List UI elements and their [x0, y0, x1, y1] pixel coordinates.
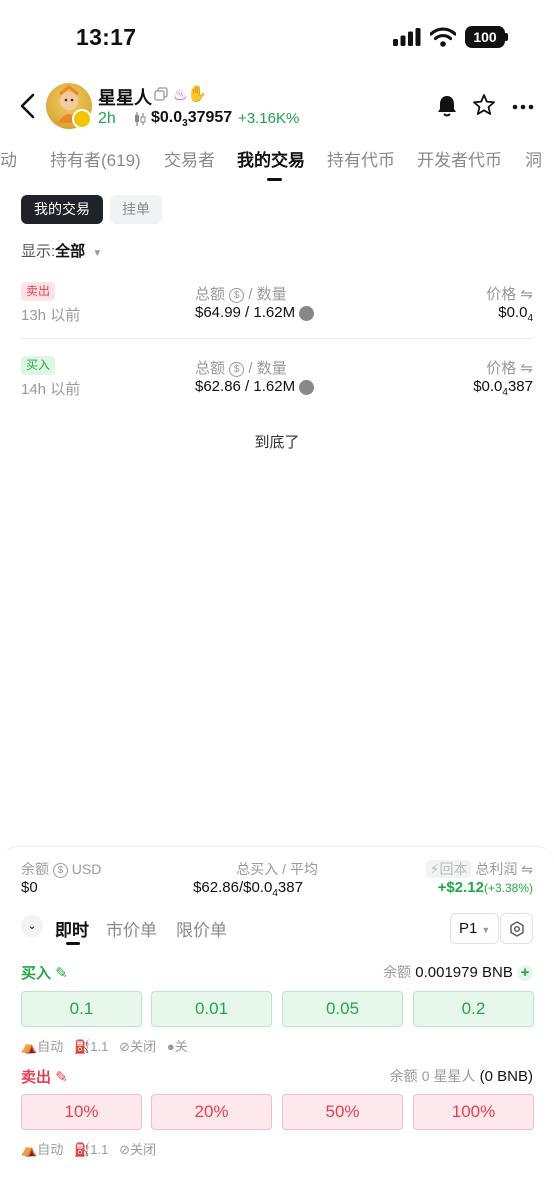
- buy-label: 买入 ✎: [21, 965, 68, 982]
- sell-percent-button[interactable]: 50%: [282, 1094, 403, 1130]
- trade-side-badge: 卖出: [21, 282, 56, 301]
- return-toggle[interactable]: ⚡回本: [425, 860, 472, 878]
- gas-icon[interactable]: ⛽: [74, 1039, 90, 1054]
- edit-icon[interactable]: ✎: [55, 1069, 68, 1086]
- status-bar: 13:17 100: [0, 0, 554, 70]
- sell-label: 卖出 ✎: [21, 1069, 68, 1086]
- tab-more[interactable]: 洞: [525, 146, 542, 171]
- trade-side-badge: 买入: [21, 356, 56, 375]
- swap-icon[interactable]: ⇋: [520, 286, 533, 303]
- chevron-down-icon: ▼: [92, 248, 103, 259]
- bell-icon[interactable]: [436, 94, 458, 118]
- sell-percent-button[interactable]: 20%: [151, 1094, 272, 1130]
- profit-value: +$2.12(+3.38%): [437, 879, 533, 896]
- token-age: 2h: [98, 110, 116, 127]
- status-time: 13:17: [76, 24, 137, 50]
- trade-price: $0.04: [498, 304, 533, 324]
- tab-my-trades[interactable]: 我的交易: [237, 146, 305, 171]
- candlestick-icon: [135, 112, 146, 126]
- wave-hand-icon: ✋: [187, 86, 207, 103]
- active-tab-indicator: [267, 178, 282, 181]
- star-icon[interactable]: [472, 93, 496, 117]
- chain-badge: [72, 109, 92, 129]
- buy-options: ⛺自动 ⛽1.1 ⊘关闭 ●关: [21, 1039, 188, 1054]
- sell-options: ⛺自动 ⛽1.1 ⊘关闭: [21, 1142, 157, 1157]
- preset-select[interactable]: P1 ▼: [450, 913, 499, 944]
- buy-balance: 余额 0.001979 BNB +: [383, 962, 533, 982]
- token-price: $0.0337957: [151, 109, 233, 130]
- buy-amount-button[interactable]: 0.2: [413, 991, 534, 1027]
- swap-currency-icon[interactable]: $: [229, 287, 245, 303]
- chart-icon: [299, 305, 315, 321]
- back-arrow-icon[interactable]: [18, 92, 38, 120]
- tab-activity[interactable]: 动: [0, 146, 17, 171]
- filter-value: 全部: [55, 243, 86, 260]
- chevron-down-icon: ▼: [481, 925, 491, 935]
- swap-currency-icon[interactable]: $: [229, 361, 245, 377]
- battery-indicator: 100: [465, 26, 505, 48]
- trade-amount: $62.86 / 1.62M: [195, 378, 315, 395]
- trade-header-price: 价格 ⇋: [486, 286, 533, 303]
- mode-instant[interactable]: 即时: [55, 916, 89, 941]
- edit-icon[interactable]: ✎: [55, 965, 68, 982]
- tab-holdings[interactable]: 持有代币: [327, 146, 395, 171]
- mode-market[interactable]: 市价单: [106, 916, 157, 941]
- swap-icon[interactable]: ⇋: [521, 861, 533, 877]
- chart-icon: [299, 379, 315, 395]
- end-of-list: 到底了: [254, 434, 300, 451]
- gas-icon[interactable]: ⛽: [74, 1142, 90, 1157]
- tab-traders[interactable]: 交易者: [164, 146, 215, 171]
- token-name: 星星人: [98, 88, 152, 108]
- price-change: +3.16K%: [238, 110, 300, 127]
- profit-header: ⚡回本 总利润 ⇋: [425, 859, 533, 879]
- subtab-my-trades[interactable]: 我的交易: [21, 195, 103, 224]
- swap-icon[interactable]: ⇋: [520, 360, 533, 377]
- trade-time: 13h 以前: [21, 307, 81, 324]
- tab-holders[interactable]: 持有者(619): [50, 146, 141, 171]
- trade-time: 14h 以前: [21, 381, 81, 398]
- row-divider: [21, 338, 533, 339]
- collapse-toggle-icon[interactable]: ⌄: [21, 915, 43, 937]
- mode-limit[interactable]: 限价单: [176, 916, 227, 941]
- cellular-signal-icon: [393, 28, 421, 46]
- trade-amount: $64.99 / 1.62M: [195, 304, 315, 321]
- total-buy-value: $62.86/$0.04387: [193, 879, 303, 899]
- tab-dev-tokens[interactable]: 开发者代币: [417, 146, 502, 171]
- sell-percent-button[interactable]: 10%: [21, 1094, 142, 1130]
- trade-price: $0.04387: [473, 378, 533, 398]
- trade-header-price: 价格 ⇋: [486, 360, 533, 377]
- buy-amount-button[interactable]: 0.1: [21, 991, 142, 1027]
- slippage-icon[interactable]: ⛺: [21, 1142, 37, 1157]
- battery-tip: [505, 33, 508, 41]
- slippage-icon[interactable]: ⛺: [21, 1039, 37, 1054]
- settings-icon[interactable]: [500, 913, 533, 944]
- sell-percent-button[interactable]: 100%: [413, 1094, 534, 1130]
- user-icon[interactable]: ●: [167, 1039, 175, 1054]
- buy-amount-button[interactable]: 0.05: [282, 991, 403, 1027]
- more-icon[interactable]: [512, 104, 534, 110]
- wifi-icon: [430, 27, 456, 47]
- flame-icon: ♨: [173, 87, 188, 104]
- protection-icon[interactable]: ⊘: [119, 1142, 130, 1157]
- add-icon[interactable]: +: [517, 965, 533, 981]
- trade-header-total: 总额 $ / 数量: [195, 286, 287, 303]
- display-filter[interactable]: 显示:全部 ▼: [21, 240, 102, 261]
- buy-amount-button[interactable]: 0.01: [151, 991, 272, 1027]
- sell-balance: 余额 0 星星人 (0 BNB): [389, 1068, 533, 1085]
- trade-header-total: 总额 $ / 数量: [195, 360, 287, 377]
- lightning-icon: ⚡: [429, 861, 440, 877]
- subtab-orders[interactable]: 挂单: [110, 195, 162, 224]
- filter-label: 显示:: [21, 243, 56, 260]
- protection-icon[interactable]: ⊘: [119, 1039, 130, 1054]
- copy-icon[interactable]: [154, 87, 168, 101]
- mode-indicator: [66, 942, 80, 945]
